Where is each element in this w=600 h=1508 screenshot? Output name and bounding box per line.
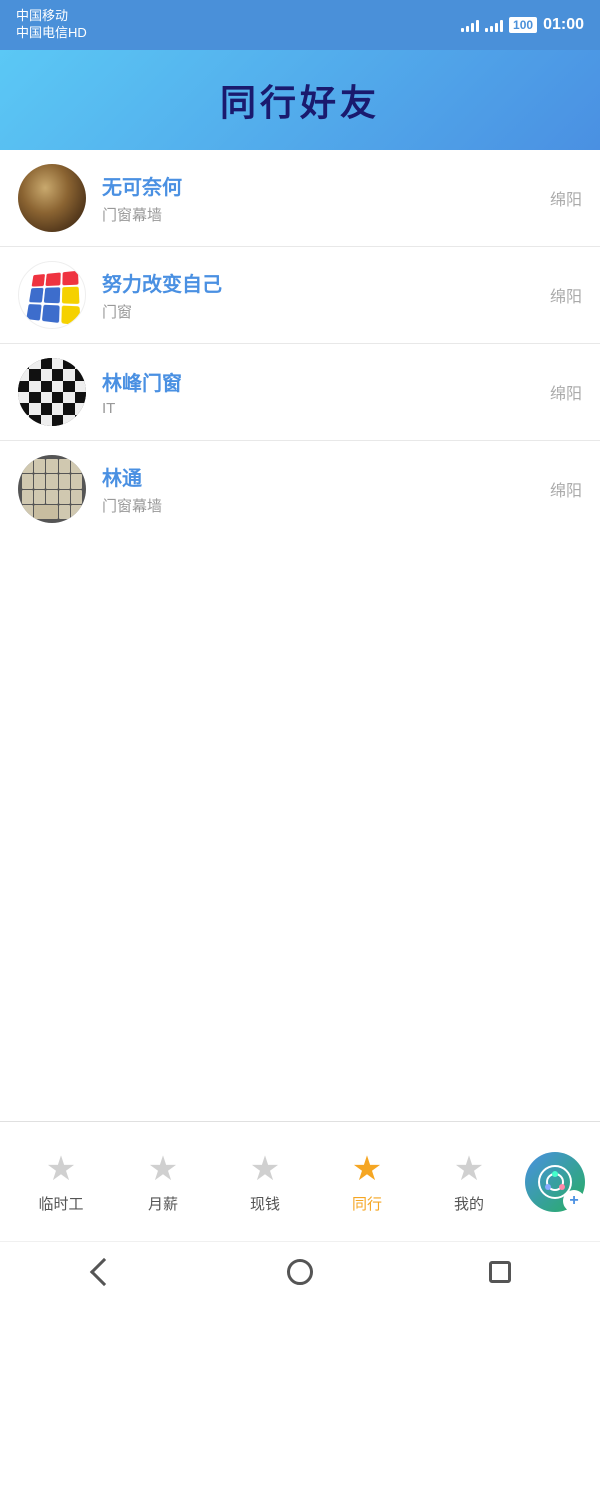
- nav-item-tonghang[interactable]: ★ 同行: [316, 1149, 418, 1214]
- nav-item-linshigong[interactable]: ★ 临时工: [10, 1149, 112, 1214]
- time: 01:00: [543, 16, 584, 34]
- contact-name: 林通: [102, 462, 540, 491]
- home-icon: [287, 1259, 313, 1285]
- avatar: [18, 261, 86, 329]
- contact-location: 绵阳: [540, 380, 582, 404]
- star-icon-active: ★: [352, 1149, 382, 1189]
- contact-info: 林通 门窗幕墙: [102, 462, 540, 516]
- contact-info: 努力改变自己 门窗: [102, 268, 540, 322]
- status-right: 100 01:00: [461, 16, 584, 34]
- avatar: [18, 164, 86, 232]
- nav-label: 月薪: [148, 1193, 178, 1214]
- plus-badge: +: [563, 1190, 585, 1212]
- contact-info: 林峰门窗 IT: [102, 367, 540, 417]
- recent-button[interactable]: [485, 1257, 515, 1287]
- signal-icon-2: [485, 18, 503, 32]
- nav-label-active: 同行: [352, 1193, 382, 1214]
- nav-item-xianjian[interactable]: ★ 现钱: [214, 1149, 316, 1214]
- star-icon: ★: [148, 1149, 178, 1189]
- nav-label: 我的: [454, 1193, 484, 1214]
- contact-name: 林峰门窗: [102, 367, 540, 396]
- home-button[interactable]: [285, 1257, 315, 1287]
- battery-icon: 100: [509, 17, 537, 33]
- contact-name: 努力改变自己: [102, 268, 540, 297]
- list-item[interactable]: 努力改变自己 门窗 绵阳: [0, 247, 600, 344]
- contact-subtitle: 门窗幕墙: [102, 495, 540, 516]
- contact-subtitle: IT: [102, 400, 540, 417]
- star-icon: ★: [250, 1149, 280, 1189]
- nav-label: 临时工: [38, 1193, 83, 1214]
- contact-info: 无可奈何 门窗幕墙: [102, 171, 540, 225]
- nav-label: 现钱: [250, 1193, 280, 1214]
- contact-list: 无可奈何 门窗幕墙 绵阳 努力改变自己 门窗 绵阳: [0, 150, 600, 537]
- list-item[interactable]: 林通 门窗幕墙 绵阳: [0, 441, 600, 537]
- bottom-nav: ★ 临时工 ★ 月薪 ★ 现钱 ★ 同行 ★ 我的 +: [0, 1121, 600, 1241]
- empty-content: [0, 537, 600, 1508]
- contact-subtitle: 门窗幕墙: [102, 204, 540, 225]
- nav-item-yuexin[interactable]: ★ 月薪: [112, 1149, 214, 1214]
- nav-item-wode[interactable]: ★ 我的: [418, 1149, 520, 1214]
- header-banner: 同行好友: [0, 50, 600, 150]
- contact-subtitle: 门窗: [102, 301, 540, 322]
- status-bar: 中国移动 中国电信HD 100 01:00: [0, 0, 600, 50]
- back-button[interactable]: [85, 1257, 115, 1287]
- contact-name: 无可奈何: [102, 171, 540, 200]
- avatar: [18, 358, 86, 426]
- signal-icon: [461, 18, 479, 32]
- checkerboard-icon: [18, 358, 86, 426]
- carrier2: 中国电信HD: [16, 25, 87, 42]
- system-nav: [0, 1241, 600, 1301]
- page-title: 同行好友: [220, 74, 380, 126]
- contact-location: 绵阳: [540, 186, 582, 210]
- star-icon: ★: [46, 1149, 76, 1189]
- carrier1: 中国移动: [16, 8, 87, 25]
- keyboard-icon: [18, 455, 86, 523]
- back-icon: [90, 1257, 118, 1285]
- special-circle-icon: +: [525, 1152, 585, 1212]
- contact-location: 绵阳: [540, 283, 582, 307]
- contact-location: 绵阳: [540, 477, 582, 501]
- recent-icon: [489, 1261, 511, 1283]
- list-item[interactable]: 林峰门窗 IT 绵阳: [0, 344, 600, 441]
- list-item[interactable]: 无可奈何 门窗幕墙 绵阳: [0, 150, 600, 247]
- rubik-cube-icon: [26, 271, 80, 326]
- avatar: [18, 455, 86, 523]
- star-icon: ★: [454, 1149, 484, 1189]
- carrier-info: 中国移动 中国电信HD: [16, 8, 87, 42]
- nav-item-special[interactable]: +: [520, 1152, 590, 1212]
